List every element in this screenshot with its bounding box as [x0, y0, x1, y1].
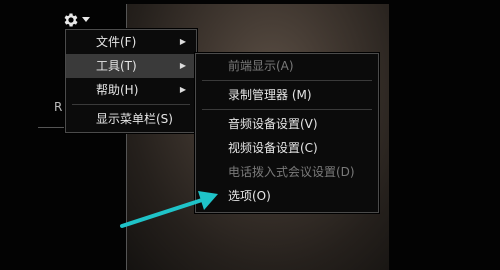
menu-item-help[interactable]: 帮助(H) ▶ — [66, 78, 196, 102]
left-edge-text: R — [54, 100, 63, 114]
menu-separator — [72, 104, 190, 105]
menu-item-label: 文件(F) — [96, 35, 137, 49]
settings-menu-button[interactable] — [62, 10, 92, 30]
caret-down-icon — [82, 17, 90, 23]
menu-item-show-menubar[interactable]: 显示菜单栏(S) — [66, 107, 196, 131]
menu-separator — [202, 109, 372, 110]
submenu-arrow-icon: ▶ — [179, 37, 186, 46]
menu-item-label: 录制管理器 (M) — [228, 88, 312, 102]
menu-item-label: 前端显示(A) — [228, 59, 294, 73]
submenu-arrow-icon: ▶ — [179, 85, 186, 94]
menu-item-label: 工具(T) — [96, 59, 137, 73]
submenu-item-dial-in-settings: 电话拨入式会议设置(D) — [196, 160, 378, 184]
menu-item-label: 音频设备设置(V) — [228, 117, 318, 131]
submenu-arrow-icon: ▶ — [179, 61, 186, 70]
menu-item-file[interactable]: 文件(F) ▶ — [66, 30, 196, 54]
menu-item-label: 帮助(H) — [96, 83, 139, 97]
divider — [38, 127, 68, 128]
gear-icon — [62, 11, 80, 29]
menu-separator — [202, 80, 372, 81]
menu-item-label: 显示菜单栏(S) — [96, 112, 173, 126]
submenu-item-recording-manager[interactable]: 录制管理器 (M) — [196, 83, 378, 107]
submenu-item-audio-settings[interactable]: 音频设备设置(V) — [196, 112, 378, 136]
menu-item-label: 电话拨入式会议设置(D) — [228, 165, 355, 179]
menu-item-label: 视频设备设置(C) — [228, 141, 318, 155]
submenu-item-front-display: 前端显示(A) — [196, 54, 378, 78]
menu-item-label: 选项(O) — [228, 189, 271, 203]
main-context-menu: 文件(F) ▶ 工具(T) ▶ 帮助(H) ▶ 显示菜单栏(S) — [65, 29, 197, 133]
menu-item-tools[interactable]: 工具(T) ▶ — [66, 54, 196, 78]
submenu-item-video-settings[interactable]: 视频设备设置(C) — [196, 136, 378, 160]
annotation-arrow-icon — [120, 191, 218, 228]
